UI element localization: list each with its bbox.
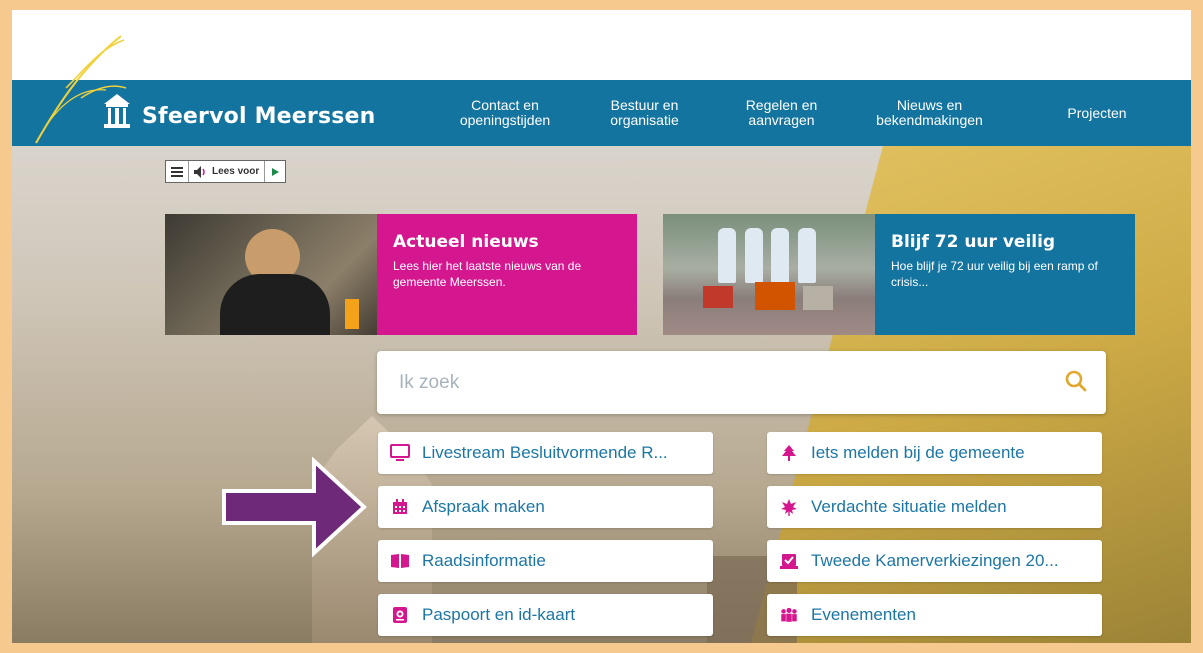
readspeaker-menu-button[interactable] (166, 161, 189, 182)
menu-icon (171, 166, 183, 177)
safety-card-photo (663, 214, 875, 335)
nav-nieuws-line2: bekendmakingen (876, 112, 983, 128)
site-title[interactable]: Sfeervol Meerssen (142, 104, 376, 129)
safety-card-title: Blijf 72 uur veilig (891, 232, 1056, 252)
safety-card-body: Blijf 72 uur veilig Hoe blijf je 72 uur … (875, 214, 1135, 335)
nav-contact-line2: openingstijden (459, 112, 551, 128)
nav-regelen[interactable]: Regelen en aanvragen (734, 98, 829, 128)
nav-contact-line1: Contact en (471, 97, 539, 113)
safety-card-text: Hoe blijf je 72 uur veilig bij een ramp … (891, 259, 1098, 289)
quicklink-livestream[interactable]: Livestream Besluitvormende R... (378, 432, 713, 474)
play-icon (272, 167, 280, 176)
monitor-icon (390, 443, 410, 463)
search-box (377, 351, 1106, 414)
calendar-icon (390, 497, 410, 517)
readspeaker-play-button[interactable] (265, 161, 285, 182)
nav-bestuur[interactable]: Bestuur en organisatie (597, 98, 692, 128)
search-input[interactable] (397, 367, 1021, 399)
quicklink-label: Iets melden bij de gemeente (811, 443, 1025, 462)
quicklink-label: Tweede Kamerverkiezingen 20... (811, 551, 1059, 570)
quicklink-label: Livestream Besluitvormende R... (422, 443, 668, 462)
quicklink-afspraak[interactable]: Afspraak maken (378, 486, 713, 528)
news-card-title: Actueel nieuws (393, 232, 539, 252)
quicklink-label: Evenementen (811, 605, 916, 624)
nav-regelen-line2: aanvragen (748, 112, 815, 128)
readspeaker-toolbar: Lees voor (165, 160, 287, 183)
speaker-icon (194, 165, 205, 178)
quicklink-verkiezingen[interactable]: Tweede Kamerverkiezingen 20... (767, 540, 1102, 582)
readspeaker-listen-button[interactable]: Lees voor (189, 161, 266, 182)
ballot-icon (779, 551, 799, 571)
nav-bestuur-line1: Bestuur en (610, 97, 679, 113)
safety-card[interactable]: Blijf 72 uur veilig Hoe blijf je 72 uur … (663, 214, 1135, 335)
nav-regelen-line1: Regelen en (745, 97, 818, 113)
quicklink-label: Verdachte situatie melden (811, 497, 1007, 516)
nav-nieuws[interactable]: Nieuws en bekendmakingen (867, 98, 992, 128)
news-card-text: Lees hier het laatste nieuws van de geme… (393, 259, 582, 289)
quicklink-raadsinformatie[interactable]: Raadsinformatie (378, 540, 713, 582)
quicklink-evenementen[interactable]: Evenementen (767, 594, 1102, 636)
book-icon (390, 551, 410, 571)
quicklink-label: Afspraak maken (422, 497, 545, 516)
nav-nieuws-line1: Nieuws en (896, 97, 963, 113)
readspeaker-label: Lees voor (212, 166, 260, 177)
quicklink-verdachte-situatie[interactable]: Verdachte situatie melden (767, 486, 1102, 528)
leaf-icon (779, 497, 799, 517)
quicklink-paspoort[interactable]: Paspoort en id-kaart (378, 594, 713, 636)
passport-icon (390, 605, 410, 625)
nav-projecten[interactable]: Projecten (1057, 106, 1137, 121)
nav-projecten-label: Projecten (1067, 105, 1127, 121)
news-card-body: Actueel nieuws Lees hier het laatste nie… (377, 214, 637, 335)
browser-page: Sfeervol Meerssen Contact en openingstij… (12, 10, 1191, 643)
logo-building-icon[interactable] (102, 92, 132, 130)
nav-bestuur-line2: organisatie (610, 112, 679, 128)
tree-icon (779, 443, 799, 463)
logo-swoosh-icon (35, 35, 127, 144)
search-icon[interactable] (1064, 369, 1088, 393)
quicklink-label: Raadsinformatie (422, 551, 546, 570)
quicklink-iets-melden[interactable]: Iets melden bij de gemeente (767, 432, 1102, 474)
news-card[interactable]: Actueel nieuws Lees hier het laatste nie… (165, 214, 637, 335)
quicklink-label: Paspoort en id-kaart (422, 605, 576, 624)
annotation-arrow-icon (222, 457, 367, 557)
people-icon (779, 605, 799, 625)
nav-contact[interactable]: Contact en openingstijden (450, 98, 560, 128)
news-card-photo (165, 214, 377, 335)
